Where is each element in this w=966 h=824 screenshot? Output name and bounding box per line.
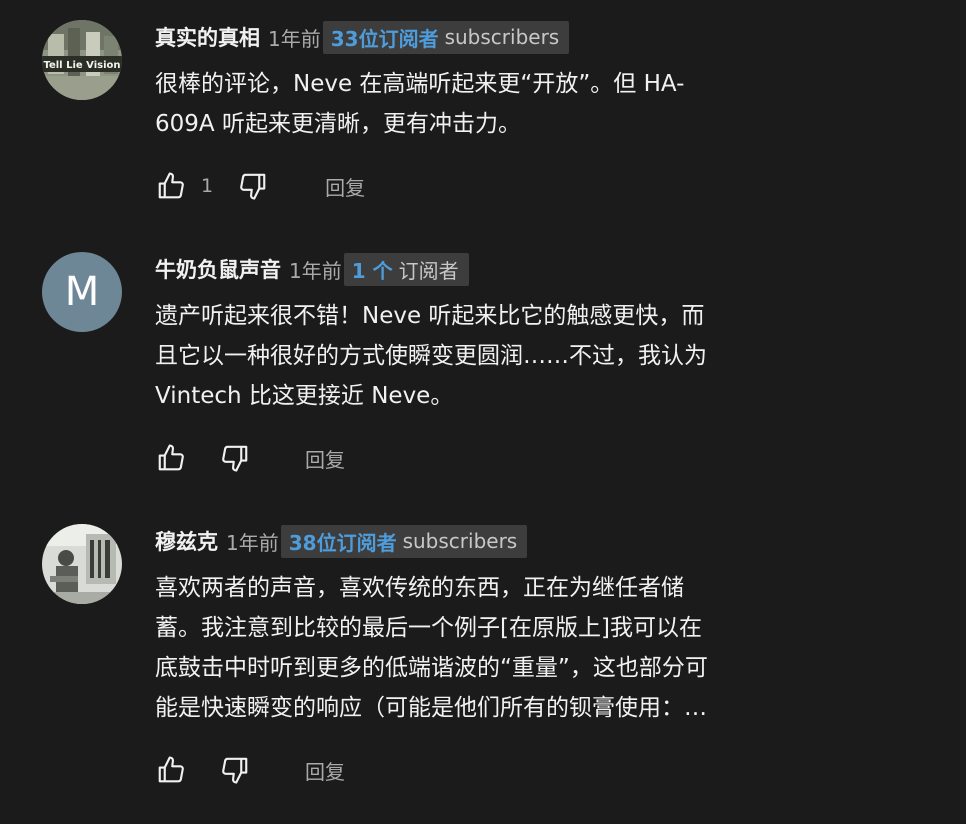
badge-suffix: subscribers <box>444 25 560 49</box>
comment-line: Vintech 比这更接近 Neve。 <box>155 383 454 409</box>
author-name[interactable]: 穆兹克 <box>155 526 218 556</box>
avatar[interactable] <box>42 524 122 604</box>
timestamp[interactable]: 1年前 <box>268 23 321 52</box>
badge-count: 1 个 <box>351 258 393 283</box>
subscriber-badge: 38位订阅者 subscribers <box>280 524 528 558</box>
dislike-button[interactable] <box>237 170 269 202</box>
thumbs-up-icon <box>158 172 184 199</box>
comment-header: 穆兹克 1年前 38位订阅者 subscribers <box>155 524 528 558</box>
timestamp[interactable]: 1年前 <box>289 255 342 284</box>
reply-button[interactable]: 回复 <box>305 444 345 473</box>
comment-line: 喜欢两者的声音，喜欢传统的东西，正在为继任者储 <box>155 575 684 601</box>
avatar-letter: M <box>64 269 100 315</box>
like-button[interactable] <box>155 170 187 202</box>
thumbs-down-icon <box>222 757 248 784</box>
comment-line: 609A 听起来更清晰，更有冲击力。 <box>155 111 521 137</box>
dislike-button[interactable] <box>219 442 251 474</box>
thumbs-down-icon <box>222 445 248 472</box>
badge-suffix: 订阅者 <box>398 258 459 283</box>
comment-body: 遗产听起来很不错！Neve 听起来比它的触感更快，而 且它以一种很好的方式使瞬变… <box>155 296 835 416</box>
thumbs-down-icon <box>240 173 266 200</box>
comment-header: 真实的真相 1年前 33位订阅者 subscribers <box>155 20 570 54</box>
comment-line: 且它以一种很好的方式使瞬变更圆润……不过，我认为 <box>155 343 707 369</box>
comment-header: 牛奶负鼠声音 1年前 1 个 订阅者 <box>155 252 469 286</box>
avatar[interactable]: M <box>42 252 122 332</box>
author-name[interactable]: 真实的真相 <box>155 22 260 52</box>
comment-line: 蓄。我注意到比较的最后一个例子[在原版上]我可以在 <box>155 615 702 641</box>
comment-line: 很棒的评论，Neve 在高端听起来更“开放”。但 HA- <box>155 71 685 97</box>
timestamp[interactable]: 1年前 <box>226 527 279 556</box>
like-count: 1 <box>201 175 214 197</box>
subscriber-badge: 1 个 订阅者 <box>343 252 469 286</box>
like-button[interactable] <box>155 442 187 474</box>
badge-count: 38位订阅者 <box>288 530 397 555</box>
comment-actions: 回复 <box>155 442 345 474</box>
reply-button[interactable]: 回复 <box>305 756 345 785</box>
comment-actions: 1 回复 <box>155 170 365 202</box>
thumbs-up-icon <box>158 444 184 471</box>
subscriber-badge: 33位订阅者 subscribers <box>322 20 570 54</box>
comment-body: 喜欢两者的声音，喜欢传统的东西，正在为继任者储 蓄。我注意到比较的最后一个例子[… <box>155 568 835 728</box>
like-button[interactable] <box>155 754 187 786</box>
comment-line: 底鼓击中时听到更多的低端谐波的“重量”，这也部分可 <box>155 655 708 681</box>
comment-actions: 回复 <box>155 754 345 786</box>
thumbs-up-icon <box>158 756 184 783</box>
avatar[interactable]: Tell Lie Vision <box>42 20 122 100</box>
reply-button[interactable]: 回复 <box>325 172 365 201</box>
badge-suffix: subscribers <box>402 529 518 553</box>
comment-line: 遗产听起来很不错！Neve 听起来比它的触感更快，而 <box>155 303 705 329</box>
comment-body: 很棒的评论，Neve 在高端听起来更“开放”。但 HA- 609A 听起来更清晰… <box>155 64 835 144</box>
badge-count: 33位订阅者 <box>330 26 439 51</box>
comment-line: 能是快速瞬变的响应（可能是他们所有的钡膏使用：… <box>155 695 707 721</box>
avatar-logo-text: Tell Lie Vision <box>43 60 120 71</box>
dislike-button[interactable] <box>219 754 251 786</box>
author-name[interactable]: 牛奶负鼠声音 <box>155 254 281 284</box>
